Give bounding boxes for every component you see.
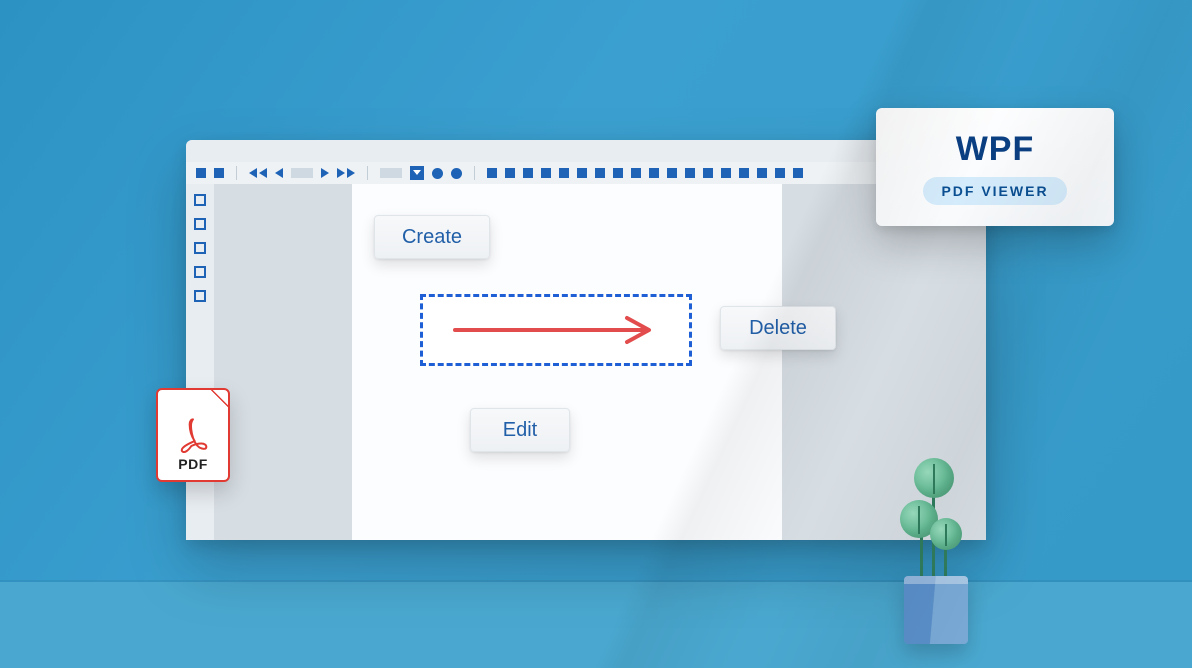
- rail-tab-icon[interactable]: [194, 266, 206, 278]
- zoom-field[interactable]: [380, 168, 402, 178]
- toolbar-divider: [236, 166, 237, 180]
- rail-tab-icon[interactable]: [194, 242, 206, 254]
- nav-next-icon[interactable]: [321, 168, 329, 178]
- toolbar-square-icon[interactable]: [559, 168, 569, 178]
- rail-tab-icon[interactable]: [194, 218, 206, 230]
- create-button-label: Create: [402, 226, 462, 249]
- left-rail: [186, 184, 214, 540]
- toolbar-circle-icon[interactable]: [432, 168, 443, 179]
- toolbar-square-icon[interactable]: [721, 168, 731, 178]
- toolbar-tools-group: [487, 168, 803, 178]
- callout-title: WPF: [956, 130, 1035, 169]
- plant-vein: [918, 506, 920, 534]
- toolbar-square-icon[interactable]: [775, 168, 785, 178]
- toolbar-square-icon[interactable]: [196, 168, 206, 178]
- create-button[interactable]: Create: [374, 215, 490, 259]
- toolbar-square-icon[interactable]: [613, 168, 623, 178]
- acrobat-logo-icon: [176, 416, 210, 456]
- page-field[interactable]: [291, 168, 313, 178]
- toolbar-square-icon[interactable]: [577, 168, 587, 178]
- delete-button-label: Delete: [749, 317, 807, 340]
- toolbar-square-icon[interactable]: [667, 168, 677, 178]
- toolbar-divider: [367, 166, 368, 180]
- toolbar-square-icon[interactable]: [649, 168, 659, 178]
- toolbar-divider: [474, 166, 475, 180]
- toolbar-square-icon[interactable]: [739, 168, 749, 178]
- toolbar-square-icon[interactable]: [523, 168, 533, 178]
- annotation-selection[interactable]: [420, 294, 692, 366]
- toolbar-square-icon[interactable]: [685, 168, 695, 178]
- plant-decoration: [882, 424, 982, 644]
- toolbar-square-icon[interactable]: [214, 168, 224, 178]
- toolbar-square-icon[interactable]: [541, 168, 551, 178]
- floor-edge: [0, 580, 1192, 582]
- left-panel: [214, 184, 352, 540]
- nav-last-icon[interactable]: [337, 168, 355, 178]
- edit-button[interactable]: Edit: [470, 408, 570, 452]
- plant-pot: [904, 576, 968, 644]
- rail-tab-icon[interactable]: [194, 194, 206, 206]
- plant-vein: [933, 464, 935, 494]
- scene: Create Edit Delete PDF WPF PDF VIEWER: [0, 0, 1192, 668]
- toolbar-main: [186, 162, 986, 184]
- edit-button-label: Edit: [503, 419, 537, 442]
- toolbar-square-icon[interactable]: [793, 168, 803, 178]
- toolbar-square-icon[interactable]: [505, 168, 515, 178]
- callout-subtitle: PDF VIEWER: [923, 177, 1066, 205]
- toolbar-square-icon[interactable]: [757, 168, 767, 178]
- plant-vein: [945, 524, 947, 546]
- rail-tab-icon[interactable]: [194, 290, 206, 302]
- pdf-badge-label: PDF: [178, 456, 208, 472]
- toolbar-circle-icon[interactable]: [451, 168, 462, 179]
- zoom-dropdown-icon[interactable]: [410, 166, 424, 180]
- toolbar-square-icon[interactable]: [487, 168, 497, 178]
- nav-prev-icon[interactable]: [275, 168, 283, 178]
- floor: [0, 582, 1192, 668]
- toolbar-square-icon[interactable]: [595, 168, 605, 178]
- toolbar-top: [186, 140, 986, 162]
- product-callout: WPF PDF VIEWER: [876, 108, 1114, 226]
- right-arrow-icon: [451, 315, 661, 345]
- delete-button[interactable]: Delete: [720, 306, 836, 350]
- nav-first-icon[interactable]: [249, 168, 267, 178]
- pdf-file-badge: PDF: [156, 388, 230, 482]
- toolbar-square-icon[interactable]: [631, 168, 641, 178]
- toolbar-square-icon[interactable]: [703, 168, 713, 178]
